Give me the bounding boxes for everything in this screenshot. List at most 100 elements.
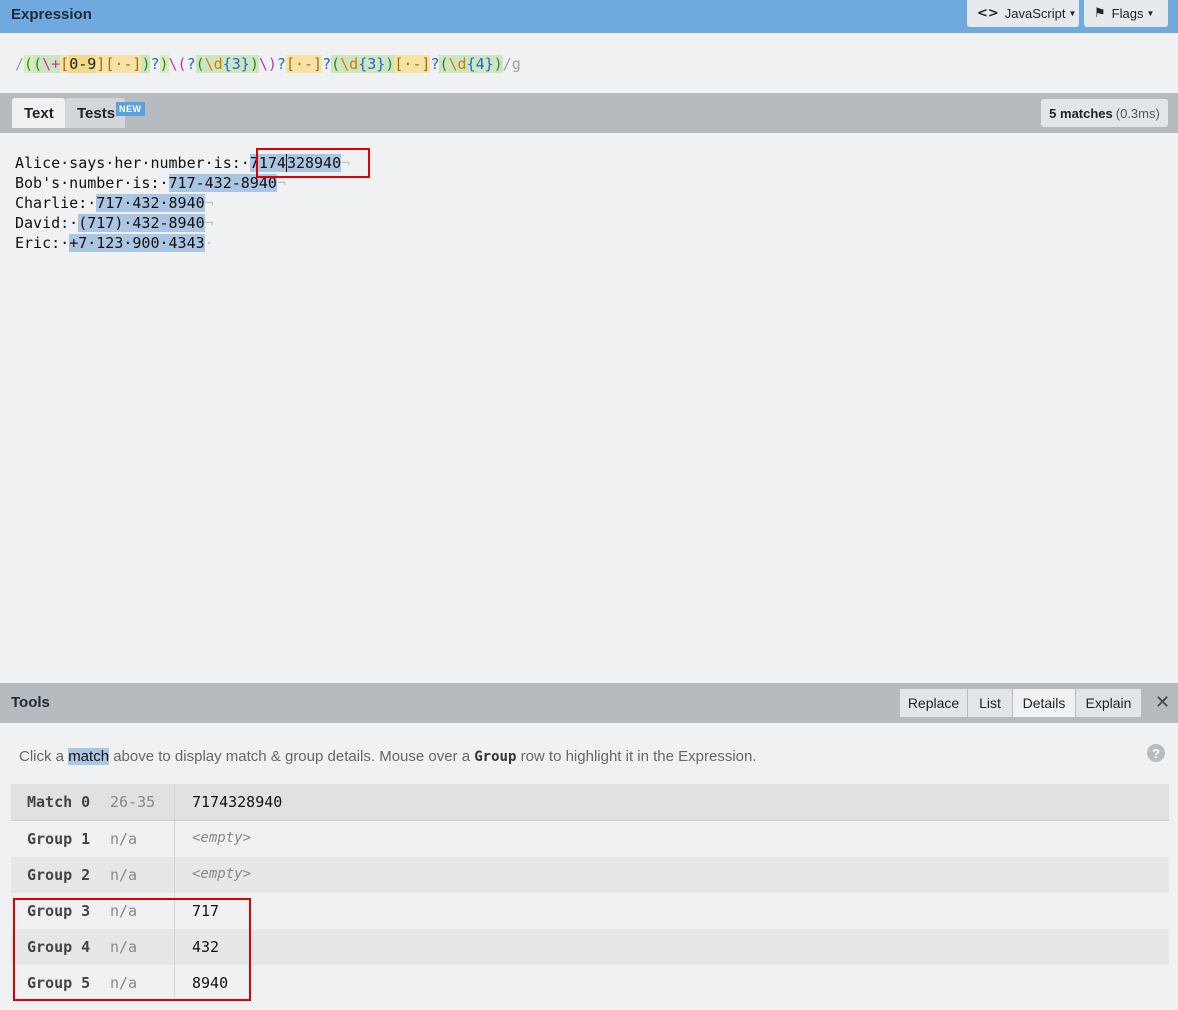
text-line[interactable]: David:·(717)·432-8940¬ [15,214,214,232]
line-prefix: Charlie:· [15,194,97,212]
expr-set-content: ·- [294,55,314,73]
expr-group-close: ) [249,55,259,73]
table-row[interactable]: Group 2 n/a <empty> [11,857,1169,893]
line-prefix: David:· [15,214,79,232]
expr-range: 0-9 [69,55,97,73]
tab-replace[interactable]: Replace [900,689,968,717]
newline-marker: ¬ [204,194,214,212]
text-line[interactable]: Bob's·number·is:·717-432-8940¬ [15,174,286,192]
column-divider [174,821,175,857]
flags-label: Flags [1111,6,1144,21]
row-label: Group 2 [27,866,91,884]
row-range: n/a [110,830,138,848]
expr-set-close: ] [96,55,106,73]
expression-input[interactable]: /((\+[0-9][·-])?)\(?(\d{3})\)?[·-]?(\d{3… [15,55,521,73]
expr-quantifier: {4} [466,55,494,73]
code-icon: <> [977,6,999,21]
table-row[interactable]: Group 1 n/a <empty> [11,821,1169,857]
details-info: Click a match above to display match & g… [19,748,757,765]
matches-count: 5 matches [1049,105,1113,121]
language-button[interactable]: <> JavaScript ▼ [967,0,1079,27]
test-text-area[interactable]: Alice·says·her·number·is:·7174328940¬ Bo… [0,133,1178,683]
expr-group-open: ( [24,55,34,73]
tab-explain[interactable]: Explain [1076,689,1142,717]
highlight-annotation-box [256,148,370,178]
text-line[interactable]: Charlie:·717·432·8940¬ [15,194,214,212]
flag-icon: ⚑ [1094,6,1106,21]
chevron-down-icon: ▼ [1068,9,1077,18]
tab-list[interactable]: List [968,689,1013,717]
expr-quantifier: ? [150,55,160,73]
expr-quantifier: {3} [222,55,250,73]
chevron-down-icon: ▼ [1146,9,1155,18]
tools-title: Tools [11,694,50,711]
expr-class: \d [204,55,223,73]
expr-class: \d [340,55,359,73]
groups-annotation-box [13,898,251,1001]
new-badge: NEW [116,102,145,116]
text-line[interactable]: Eric:·+7·123·900·4343· [15,234,214,252]
expression-title: Expression [11,6,92,23]
expr-group-close: ) [385,55,395,73]
help-icon[interactable]: ? [1147,744,1165,762]
line-prefix: Bob's·number·is:· [15,174,169,192]
expr-set-content: ·- [114,55,133,73]
expr-escape: \) [258,55,277,73]
expr-escape: \+ [42,55,61,73]
row-range: 26-35 [110,793,156,811]
info-text: row to highlight it in the Expression. [516,748,757,765]
text-tabs-bar: Text Tests NEW 5 matches (0.3ms) [0,93,1178,133]
expr-delimiter: / [15,55,25,73]
matches-badge: 5 matches (0.3ms) [1041,99,1168,127]
matches-time: (0.3ms) [1115,105,1160,121]
expr-set-open: [ [105,55,115,73]
newline-marker: ¬ [204,214,214,232]
tools-body: Click a match above to display match & g… [0,723,1178,1010]
column-divider [174,857,175,893]
tab-text[interactable]: Text [12,98,65,128]
close-icon[interactable]: ✕ [1155,692,1170,713]
expr-quantifier: {3} [358,55,386,73]
info-match-keyword: match [68,748,110,765]
expr-set-close: ] [313,55,323,73]
row-value: 7174328940 [192,793,283,811]
info-text: Click a [19,748,69,765]
expr-group-open: ( [331,55,341,73]
space-marker: · [204,234,214,252]
row-range: n/a [110,866,138,884]
expr-group-open: ( [439,55,449,73]
column-divider [174,784,175,820]
tools-header: Tools Replace List Details Explain ✕ [0,683,1178,723]
flags-button[interactable]: ⚑ Flags ▼ [1084,0,1168,27]
expr-set-open: [ [60,55,70,73]
expr-set-open: [ [394,55,404,73]
expr-escape: \( [168,55,187,73]
line-prefix: Eric:· [15,234,70,252]
expr-quantifier: ? [186,55,196,73]
expr-group-open: ( [33,55,43,73]
line-prefix: Alice·says·her·number·is:· [15,154,250,172]
row-label: Group 1 [27,830,91,848]
expr-flags: /g [502,55,521,73]
row-value: <empty> [192,830,252,846]
expr-set-content: ·- [403,55,422,73]
expr-quantifier: ? [276,55,286,73]
expression-editor[interactable]: /((\+[0-9][·-])?)\(?(\d{3})\)?[·-]?(\d{3… [0,33,1178,93]
info-text: above to display match & group details. … [109,748,475,765]
expr-group-close: ) [159,55,169,73]
row-value: <empty> [192,866,252,882]
expr-class: \d [448,55,467,73]
expression-header: Expression <> JavaScript ▼ ⚑ Flags ▼ [0,0,1178,33]
row-label: Match 0 [27,793,91,811]
match-highlight[interactable]: 717·432·8940 [96,194,205,212]
language-label: JavaScript [1004,6,1066,21]
info-group-keyword: Group [474,749,517,765]
tab-details[interactable]: Details [1013,689,1076,717]
match-highlight[interactable]: +7·123·900·4343 [69,234,205,252]
match-highlight[interactable]: (717)·432-8940 [78,214,205,232]
expr-group-open: ( [195,55,205,73]
expr-group-close: ) [493,55,503,73]
table-row[interactable]: Match 0 26-35 7174328940 [11,784,1169,821]
expr-set-open: [ [285,55,295,73]
expr-quantifier: ? [322,55,332,73]
